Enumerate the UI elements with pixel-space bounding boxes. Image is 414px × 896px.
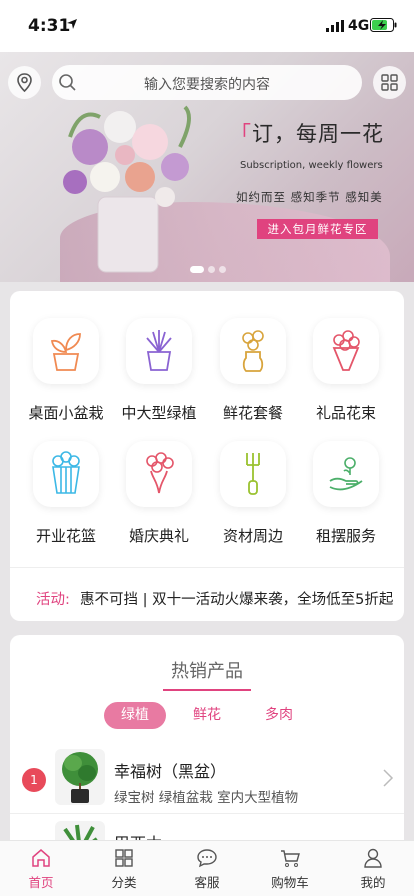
category-label: 中大型绿植 [121,404,197,422]
category-label: 租摆服务 [315,527,376,545]
tab-home[interactable]: 首页 [6,847,76,891]
product-description: 绿宝树 绿植盆栽 室内大型植物 [114,790,299,806]
carousel-dot[interactable] [190,266,204,273]
category-tile[interactable] [220,318,286,384]
carousel-dots [190,258,230,277]
category-rental[interactable]: 租摆服务 [300,441,392,546]
plant-image [62,752,98,803]
activity-text[interactable]: 惠不可挡 | 双十一活动火爆来袭，全场低至5折起 [80,588,393,609]
category-tile[interactable] [126,441,192,507]
promo-banner[interactable]: 输入您要搜索的内容 「订，每周一花 Subscription, weekly f… [0,52,414,282]
status-bar: 4:31 4G [0,0,414,52]
tab-mine[interactable]: 我的 [338,847,408,891]
location-pin-icon [17,73,32,93]
carousel-dot[interactable] [219,266,226,273]
potted-plant-icon [50,333,81,371]
category-label: 桌面小盆栽 [28,404,104,422]
product-name: 幸福树（黑盆） [114,762,227,781]
category-flower-basket[interactable]: 开业花篮 [20,441,112,546]
promo-title: 「订，每周一花 [230,118,384,148]
flower-arrangement-image [63,105,191,273]
category-wedding[interactable]: 婚庆典礼 [113,441,205,546]
bouquet-icon [332,330,360,371]
tab-fresh-flowers[interactable]: 鲜花 [176,702,238,729]
category-tile[interactable] [313,318,379,384]
product-thumbnail [55,749,105,805]
signal-icon [326,20,344,32]
grid-icon [381,74,398,91]
chevron-right-icon [383,769,394,787]
cart-icon [281,850,300,867]
category-menu-button[interactable] [373,66,406,99]
tab-succulents[interactable]: 多肉 [248,702,310,729]
category-flower-set[interactable]: 鲜花套餐 [207,318,299,423]
promo-slogan: 如约而至 感知季节 感知美 [236,190,383,204]
category-gift-bouquet[interactable]: 礼品花束 [300,318,392,423]
category-tile[interactable] [313,441,379,507]
bottom-tab-bar: 首页 分类 客服 购物车 我的 [0,840,414,896]
tab-category[interactable]: 分类 [89,847,159,891]
tab-label: 我的 [360,875,386,890]
tab-green-plants[interactable]: 绿植 [104,702,166,729]
carousel-dot[interactable] [208,266,215,273]
category-large-plant[interactable]: 中大型绿植 [113,318,205,423]
flower-basket-icon [52,451,80,494]
user-icon [364,848,382,868]
activity-key: 活动: [36,592,70,608]
location-arrow-icon [67,19,77,29]
category-tile[interactable] [126,318,192,384]
large-plant-icon [146,330,172,371]
title-underline [163,689,251,691]
hot-products-card: 热销产品 绿植 鲜花 多肉 1 幸福树（黑盆） 绿宝树 绿植盆栽 室内大型植物 … [10,635,404,877]
category-potted-plant[interactable]: 桌面小盆栽 [20,318,112,423]
search-bar[interactable]: 输入您要搜索的内容 [52,65,362,100]
tab-label: 客服 [194,875,220,890]
category-supplies[interactable]: 资材周边 [207,441,299,546]
category-label: 开业花篮 [35,527,96,545]
tab-label: 首页 [28,875,54,890]
product-item[interactable]: 1 幸福树（黑盆） 绿宝树 绿植盆栽 室内大型植物 [10,742,404,812]
category-card: 桌面小盆栽 中大型绿植 鲜花套餐 礼品花束 开业花篮 婚庆典礼 资材周边 租摆服… [10,291,404,621]
category-grid-icon [115,849,133,867]
battery-charging-icon [370,18,397,32]
promo-subtitle: Subscription, weekly flowers [240,160,383,171]
tab-service[interactable]: 客服 [172,847,242,891]
rank-badge: 1 [22,768,46,792]
tab-cart[interactable]: 购物车 [255,847,325,891]
home-icon [32,849,50,867]
chat-icon [197,849,217,868]
activity-notice[interactable]: 活动: 惠不可挡 | 双十一活动火爆来袭，全场低至5折起 [10,567,404,621]
promo-title-text: 订，每周一花 [252,122,384,146]
location-button[interactable] [8,66,41,99]
promo-title-bracket: 「 [230,122,252,146]
monthly-flowers-button[interactable]: 进入包月鲜花专区 [257,219,378,239]
wedding-bouquet-icon [146,452,174,494]
category-tile[interactable] [33,441,99,507]
category-label: 婚庆典礼 [128,527,189,545]
tab-label: 分类 [111,875,137,890]
status-time: 4:31 [28,16,71,36]
category-tile[interactable] [220,441,286,507]
flower-vase-icon [242,330,264,372]
category-label: 礼品花束 [315,404,376,422]
search-placeholder[interactable]: 输入您要搜索的内容 [52,74,362,94]
tab-label: 购物车 [271,875,309,890]
hot-products-title: 热销产品 [171,661,243,682]
hand-flower-icon [329,457,363,491]
network-type: 4G [348,18,370,34]
category-label: 资材周边 [222,527,283,545]
category-label: 鲜花套餐 [222,404,283,422]
category-tile[interactable] [33,318,99,384]
gardening-fork-icon [246,453,260,495]
